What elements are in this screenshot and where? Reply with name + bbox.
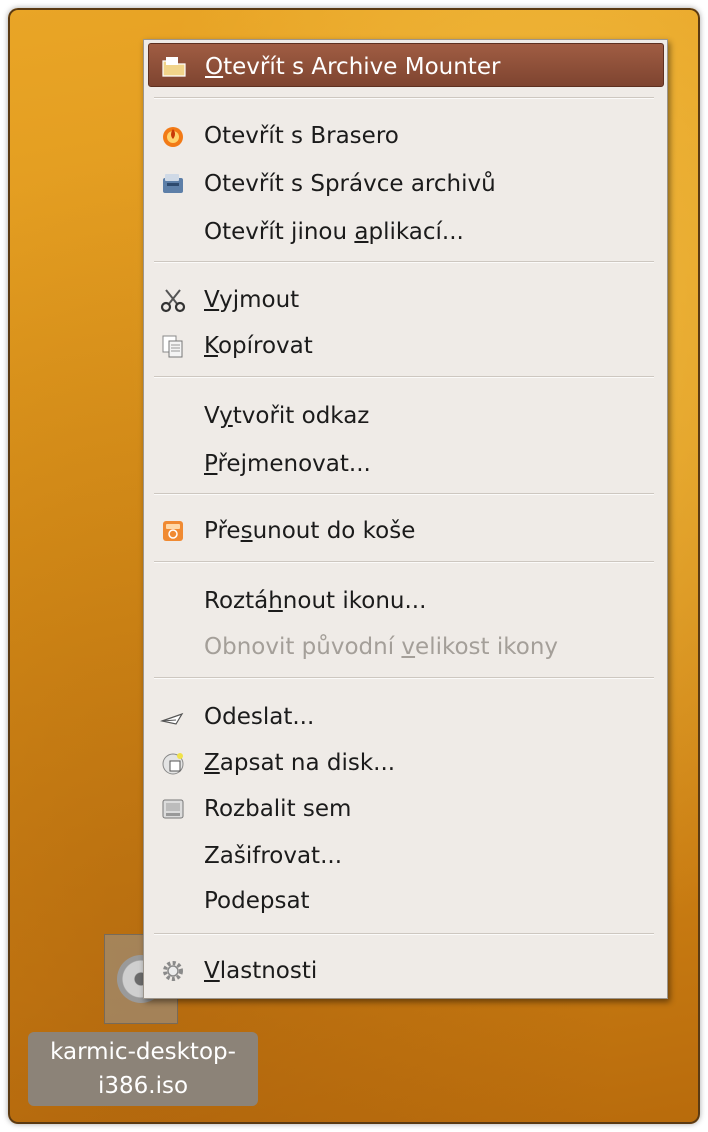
menu-item-label: Otevřít jinou aplikací... [204,219,464,245]
menu-item-cut[interactable]: Vyjmout [148,277,664,321]
menu-item-rename[interactable]: Přejmenovat... [148,441,664,485]
menu-item-open-archive-manager[interactable]: Otevřít s Správce archivů [148,161,664,205]
menu-item-send[interactable]: Odeslat... [148,694,664,738]
menu-item-label: Přesunout do koše [204,518,416,544]
scissors-icon [160,287,186,313]
menu-item-label: Odeslat... [204,704,315,730]
menu-separator [154,97,654,99]
menu-separator [154,561,654,563]
menu-item-encrypt[interactable]: Zašifrovat... [148,833,664,877]
menu-item-sign[interactable]: Podepsat [148,878,664,922]
menu-separator [154,376,654,378]
menu-separator [154,677,654,679]
context-menu: Otevřít s Archive Mounter Otevřít s Bras… [143,39,668,999]
menu-item-move-to-trash[interactable]: Přesunout do koše [148,508,664,552]
trash-icon [160,518,186,544]
send-icon [159,704,186,730]
menu-item-write-to-disc[interactable]: Zapsat na disk... [148,740,664,784]
menu-item-label: Zašifrovat... [204,843,342,869]
menu-item-label: Otevřít s Správce archivů [204,171,496,197]
menu-item-extract-here[interactable]: Rozbalit sem [148,786,664,830]
menu-item-stretch-icon[interactable]: Roztáhnout ikonu... [148,578,664,622]
menu-item-label: Otevřít s Archive Mounter [205,54,501,80]
menu-item-label: Roztáhnout ikonu... [204,588,427,614]
desktop-file-label[interactable]: karmic-desktop- i386.iso [28,1032,258,1106]
menu-item-label: Kopírovat [204,333,313,359]
menu-item-label: Vlastnosti [204,958,318,984]
extract-icon [160,796,186,822]
menu-item-open-brasero[interactable]: Otevřít s Brasero [148,113,664,157]
menu-item-label: Otevřít s Brasero [204,123,399,149]
menu-separator [154,261,654,263]
menu-item-restore-icon-size[interactable]: Obnovit původní velikost ikony [148,624,664,668]
file-name-line2: i386.iso [97,1073,189,1099]
menu-item-label: Obnovit původní velikost ikony [204,634,559,660]
menu-separator [154,933,654,935]
menu-item-open-archive-mounter[interactable]: Otevřít s Archive Mounter [148,43,664,87]
menu-item-label: Vytvořit odkaz [204,403,370,429]
menu-item-create-link[interactable]: Vytvořit odkaz [148,393,664,437]
menu-item-label: Zapsat na disk... [204,750,396,776]
menu-item-open-other-application[interactable]: Otevřít jinou aplikací... [148,209,664,253]
copy-icon [160,333,186,359]
menu-separator [154,493,654,495]
menu-item-label: Podepsat [204,888,310,914]
archive-manager-icon [160,171,186,197]
properties-gear-icon [160,958,186,984]
archive-mounter-icon [161,54,187,80]
menu-item-label: Rozbalit sem [204,796,352,822]
burn-disc-icon [160,750,186,776]
menu-item-copy[interactable]: Kopírovat [148,323,664,367]
menu-item-properties[interactable]: Vlastnosti [148,948,664,992]
menu-item-label: Vyjmout [204,287,300,313]
menu-item-label: Přejmenovat... [204,451,371,477]
file-name-line1: karmic-desktop- [50,1039,236,1065]
brasero-icon [160,123,186,149]
